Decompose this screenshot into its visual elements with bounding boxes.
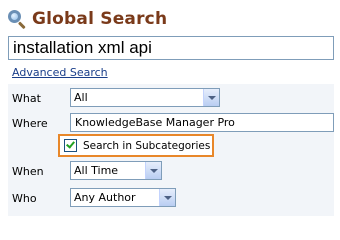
check-icon	[66, 139, 75, 149]
what-dropdown-button[interactable]	[203, 89, 219, 106]
when-select-value: All Time	[74, 164, 119, 177]
global-search-panel: Global Search installation xml api Advan…	[0, 0, 340, 220]
what-select-value: All	[74, 91, 88, 104]
panel-title: Global Search	[32, 9, 168, 29]
advanced-search-link[interactable]: Advanced Search	[12, 66, 108, 79]
chevron-down-icon	[163, 195, 172, 200]
where-label: Where	[12, 117, 48, 130]
what-select[interactable]: All	[70, 88, 220, 107]
who-select-value: Any Author	[74, 191, 136, 204]
chevron-down-icon	[207, 95, 216, 100]
subcategories-label: Search in Subcategories	[83, 139, 211, 152]
subcategories-checkbox[interactable]	[64, 139, 77, 152]
chevron-down-icon	[149, 168, 158, 173]
when-dropdown-button[interactable]	[145, 162, 161, 179]
search-input[interactable]: installation xml api	[8, 36, 334, 60]
subcategories-highlight: Search in Subcategories	[58, 134, 214, 157]
panel-header: Global Search	[6, 6, 167, 32]
when-label: When	[12, 165, 44, 178]
who-dropdown-button[interactable]	[159, 189, 175, 206]
search-icon	[6, 8, 28, 30]
when-select[interactable]: All Time	[70, 161, 162, 180]
where-field[interactable]: KnowledgeBase Manager Pro	[70, 113, 334, 132]
who-select[interactable]: Any Author	[70, 188, 176, 207]
what-label: What	[12, 92, 41, 105]
who-label: Who	[12, 192, 37, 205]
